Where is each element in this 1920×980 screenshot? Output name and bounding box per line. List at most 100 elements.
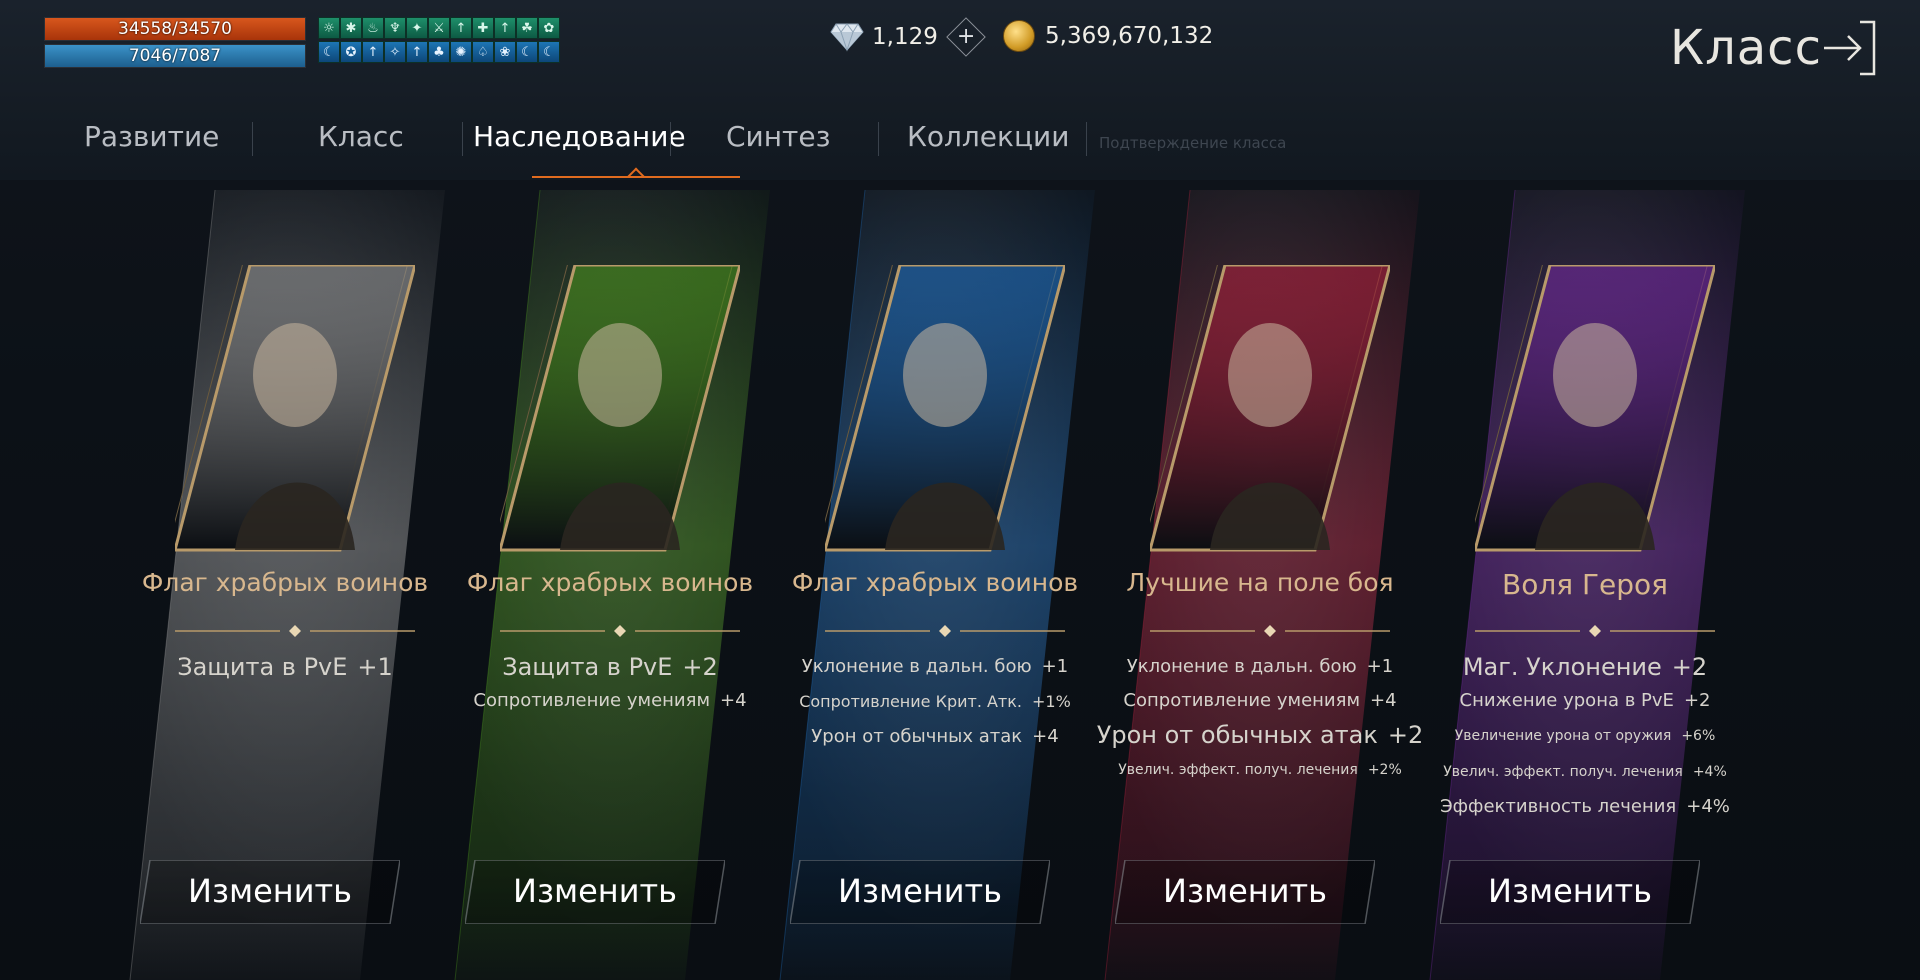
stat-row: Урон от обычных атак +2 — [1095, 718, 1425, 752]
buff-icon[interactable]: ✿ — [538, 17, 560, 39]
buff-icon[interactable]: ☾ — [516, 41, 538, 63]
ornament-divider — [1150, 625, 1390, 637]
stat-value: +1 — [357, 653, 393, 681]
stat-value: +4% — [1686, 796, 1730, 817]
stat-label: Увелич. эффект. получ. лечения — [1443, 764, 1683, 780]
buff-icon[interactable]: ☼ — [318, 17, 340, 39]
stat-row: Эффективность лечения +4% — [1420, 790, 1750, 824]
ornament-divider — [825, 625, 1065, 637]
buff-icon[interactable]: ✦ — [406, 17, 428, 39]
stat-label: Защита в PvE — [177, 653, 348, 681]
stat-label: Снижение урона в PvE — [1459, 690, 1674, 711]
player-status: 34558/34570 7046/7087 — [44, 17, 306, 71]
stat-label: Урон от обычных атак — [1096, 721, 1378, 749]
add-diamonds-button[interactable]: + — [946, 17, 986, 57]
hero-portrait — [175, 265, 415, 552]
stat-value: +2% — [1367, 762, 1402, 778]
stat-value: +2 — [682, 653, 718, 681]
exit-button[interactable] — [1820, 18, 1876, 78]
card-title: Лучшие на поле боя — [1126, 568, 1394, 597]
buff-icon[interactable]: ✺ — [450, 41, 472, 63]
tab-inheritance[interactable]: Наследование — [473, 120, 686, 153]
stat-label: Увеличение урона от оружия — [1454, 728, 1672, 744]
stat-row: Увелич. эффект. получ. лечения +2% — [1095, 752, 1425, 788]
buff-icons[interactable]: ☼ ✱ ♨ ♆ ✦ ⚔ ↑ ✚ ↑ ☘ ✿ ☾ ✪ ↑ ✧ ↑ ♣ ✺ ♤ ❀ … — [318, 17, 570, 63]
buff-icon[interactable]: ☘ — [516, 17, 538, 39]
change-button[interactable]: Изменить — [465, 860, 725, 924]
page-title: Класс — [1670, 20, 1822, 76]
stat-label: Маг. Уклонение — [1462, 653, 1662, 681]
change-button-label: Изменить — [188, 872, 352, 910]
stat-row: Сопротивление умениям +4 — [1095, 684, 1425, 718]
stat-value: +4 — [1370, 690, 1397, 711]
buff-icon[interactable]: ⚔ — [428, 17, 450, 39]
tab-development[interactable]: Развитие — [84, 120, 219, 153]
buff-icon[interactable]: ↑ — [450, 17, 472, 39]
stat-label: Эффективность лечения — [1440, 796, 1677, 817]
tab-divider — [462, 122, 463, 156]
hero-portrait — [500, 265, 740, 552]
stat-value: +4 — [720, 690, 747, 711]
gold-coin-icon — [1003, 20, 1035, 52]
stat-value: +2 — [1671, 653, 1708, 681]
tab-class-confirmation: Подтверждение класса — [1099, 134, 1287, 152]
buff-icon[interactable]: ↑ — [406, 41, 428, 63]
buff-icon[interactable]: ☾ — [318, 41, 340, 63]
buff-icon[interactable]: ↑ — [494, 17, 516, 39]
change-button[interactable]: Изменить — [140, 860, 400, 924]
change-button-label: Изменить — [513, 872, 677, 910]
card-stats: Маг. Уклонение +2 Снижение урона в PvE +2 Ув… — [1420, 650, 1750, 824]
change-button[interactable]: Изменить — [1440, 860, 1700, 924]
buff-icon[interactable]: ✪ — [340, 41, 362, 63]
stat-value: +1 — [1366, 656, 1394, 677]
buff-icon[interactable]: ✚ — [472, 17, 494, 39]
card-title: Флаг храбрых воинов — [141, 568, 429, 597]
inheritance-card: Флаг храбрых воинов Уклонение в дальн. бо… — [770, 180, 1100, 980]
buff-icon[interactable]: ↑ — [362, 41, 384, 63]
buff-icon[interactable]: ❀ — [494, 41, 516, 63]
card-stats: Защита в PvE +2 Сопротивление умениям +4 — [445, 650, 775, 718]
stat-row: Увеличение урона от оружия +6% — [1420, 718, 1750, 754]
inheritance-card: Флаг храбрых воинов Защита в PvE +2 Сопроти… — [445, 180, 775, 980]
card-title: Флаг храбрых воинов — [791, 568, 1079, 597]
stat-label: Увелич. эффект. получ. лечения — [1118, 762, 1358, 778]
stat-label: Сопротивление Крит. Атк. — [799, 692, 1022, 711]
stat-row: Уклонение в дальн. бою +1 — [770, 650, 1100, 684]
inheritance-card: Лучшие на поле боя Уклонение в дальн. бою… — [1095, 180, 1425, 980]
exit-icon — [1824, 20, 1876, 76]
hp-value: 34558/34570 — [118, 19, 232, 39]
buff-icon[interactable]: ♨ — [362, 17, 384, 39]
stat-row: Маг. Уклонение +2 — [1420, 650, 1750, 684]
card-stats: Защита в PvE +1 — [120, 650, 450, 684]
buff-icon[interactable]: ✧ — [384, 41, 406, 63]
stat-value: +6% — [1681, 728, 1716, 744]
ornament-divider — [1475, 625, 1715, 637]
hp-bar: 34558/34570 — [44, 17, 306, 41]
stat-value: +4 — [1032, 726, 1059, 747]
tab-divider — [1086, 122, 1087, 156]
stat-row: Увелич. эффект. получ. лечения +4% — [1420, 754, 1750, 790]
buff-icon[interactable]: ♆ — [384, 17, 406, 39]
buff-icon[interactable]: ✱ — [340, 17, 362, 39]
buff-icon[interactable]: ☾ — [538, 41, 560, 63]
stat-label: Уклонение в дальн. бою — [801, 656, 1032, 677]
buff-icon[interactable]: ♣ — [428, 41, 450, 63]
stat-row: Защита в PvE +2 — [445, 650, 775, 684]
diamond-icon — [830, 20, 864, 54]
change-button[interactable]: Изменить — [790, 860, 1050, 924]
tab-class[interactable]: Класс — [318, 120, 404, 153]
ornament-divider — [175, 625, 415, 637]
tab-collections[interactable]: Коллекции — [907, 120, 1069, 153]
change-button-label: Изменить — [1163, 872, 1327, 910]
stat-label: Урон от обычных атак — [811, 726, 1023, 747]
inheritance-card: Флаг храбрых воинов Защита в PvE +1 Изменит… — [120, 180, 450, 980]
stat-row: Снижение урона в PvE +2 — [1420, 684, 1750, 718]
change-button-label: Изменить — [1488, 872, 1652, 910]
stat-value: +2 — [1683, 690, 1711, 711]
hero-portrait — [1150, 265, 1390, 552]
buff-icon[interactable]: ♤ — [472, 41, 494, 63]
tab-synthesis[interactable]: Синтез — [726, 120, 830, 153]
stat-row: Сопротивление умениям +4 — [445, 684, 775, 718]
change-button[interactable]: Изменить — [1115, 860, 1375, 924]
stat-value: +2 — [1387, 721, 1424, 749]
